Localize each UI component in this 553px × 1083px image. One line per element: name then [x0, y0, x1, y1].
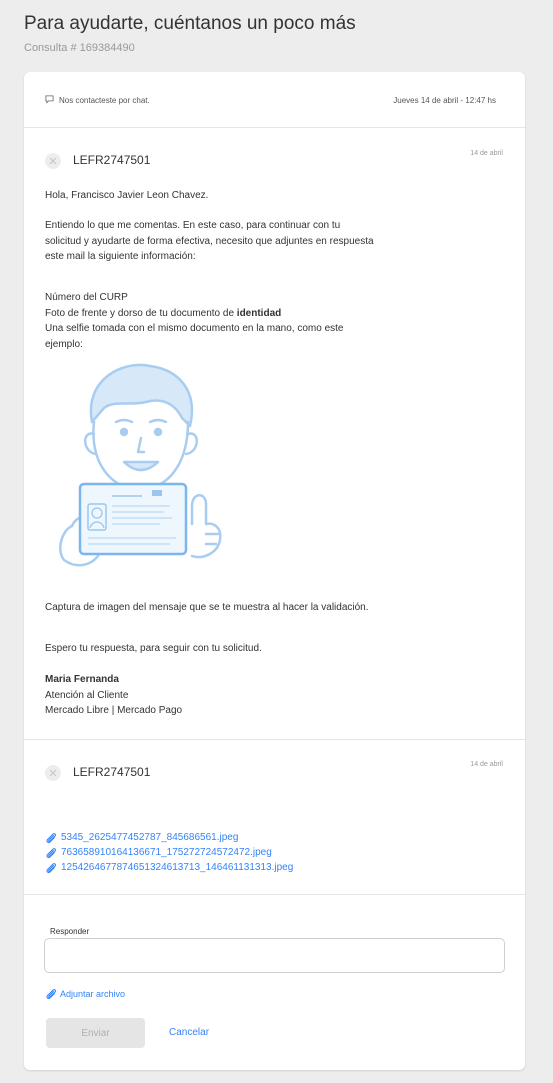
- attachment-filename[interactable]: 763658910164136671_175272724572472.jpeg: [61, 847, 272, 858]
- attachment-filename[interactable]: 1254264677874651324613713_146461131313.j…: [61, 862, 293, 873]
- attach-file-label[interactable]: Adjuntar archivo: [60, 989, 125, 999]
- signature-company: Mercado Libre | Mercado Pago: [45, 705, 183, 716]
- attachment-list: 5345_2625477452787_845686561.jpeg 763658…: [45, 830, 293, 875]
- message-paragraph: Entiendo lo que me comentas. En este cas…: [45, 218, 374, 265]
- attachment-link[interactable]: 5345_2625477452787_845686561.jpeg: [45, 830, 293, 845]
- closing-text: Espero tu respuesta, para seguir con tu …: [45, 643, 262, 654]
- send-button[interactable]: Enviar: [46, 1018, 145, 1048]
- attachment-link[interactable]: 763658910164136671_175272724572472.jpeg: [45, 845, 293, 860]
- selfie-example-illustration: [59, 363, 222, 567]
- greeting-text: Hola, Francisco Javier Leon Chavez.: [45, 190, 209, 201]
- paperclip-icon: [46, 832, 57, 843]
- contact-date: Jueves 14 de abril - 12:47 hs: [393, 96, 496, 105]
- signature-role: Atención al Cliente: [45, 689, 129, 701]
- requirement-curp: Número del CURP: [45, 292, 128, 303]
- paragraph-line: este mail la siguiente información:: [45, 251, 196, 262]
- message-date: 14 de abril: [470, 761, 503, 768]
- attachment-filename[interactable]: 5345_2625477452787_845686561.jpeg: [61, 832, 238, 843]
- closing-line: Espero tu respuesta, para seguir con tu …: [45, 641, 262, 657]
- capture-text: Captura de imagen del mensaje que se te …: [45, 602, 369, 613]
- chat-bubble-icon: [45, 95, 54, 104]
- signature-name: Maria Fernanda: [45, 672, 182, 688]
- requirement-id-photo: Foto de frente y dorso de tu documento d…: [45, 306, 344, 322]
- paragraph-line: solicitud y ayudarte de forma efectiva, …: [45, 235, 374, 247]
- consultation-number: Consulta # 169384490: [24, 42, 135, 54]
- attach-file-button[interactable]: Adjuntar archivo: [45, 988, 125, 1000]
- conversation-card: Nos contacteste por chat. Jueves 14 de a…: [24, 72, 525, 1070]
- close-icon: [49, 769, 57, 777]
- requirement-id-photo-text: Foto de frente y dorso de tu documento d…: [45, 307, 237, 319]
- avatar: [45, 153, 61, 169]
- attachment-link[interactable]: 1254264677874651324613713_146461131313.j…: [45, 860, 293, 875]
- paragraph-line: Entiendo lo que me comentas. En este cas…: [45, 220, 341, 231]
- message-date: 14 de abril: [470, 150, 503, 157]
- message-item: LEFR2747501 14 de abril 5345_26254774527…: [24, 740, 525, 895]
- requirements-list: Número del CURP Foto de frente y dorso d…: [45, 290, 344, 352]
- requirement-selfie: Una selfie tomada con el mismo documento…: [45, 323, 344, 334]
- cancel-button[interactable]: Cancelar: [169, 1027, 209, 1038]
- close-icon: [49, 157, 57, 165]
- message-body: Hola, Francisco Javier Leon Chavez.: [45, 188, 208, 204]
- paperclip-icon: [46, 862, 57, 873]
- message-sender: LEFR2747501: [73, 153, 151, 167]
- paperclip-icon: [46, 847, 57, 858]
- contact-channel-bar: Nos contacteste por chat. Jueves 14 de a…: [24, 72, 525, 128]
- avatar: [45, 765, 61, 781]
- message-item: LEFR2747501 14 de abril Hola, Francisco …: [24, 128, 525, 740]
- message-sender: LEFR2747501: [73, 765, 151, 779]
- page-title: Para ayudarte, cuéntanos un poco más: [24, 13, 356, 34]
- contact-channel-text: Nos contacteste por chat.: [59, 96, 150, 105]
- signature: Maria Fernanda Atención al Cliente Merca…: [45, 672, 182, 719]
- reply-label: Responder: [50, 927, 90, 936]
- reply-input[interactable]: [44, 938, 505, 973]
- requirement-selfie: ejemplo:: [45, 338, 83, 350]
- signature-name-text: Maria Fernanda: [45, 674, 119, 685]
- capture-instruction: Captura de imagen del mensaje que se te …: [45, 600, 369, 616]
- requirement-id-photo-bold: identidad: [236, 307, 282, 319]
- paperclip-icon: [46, 989, 57, 1000]
